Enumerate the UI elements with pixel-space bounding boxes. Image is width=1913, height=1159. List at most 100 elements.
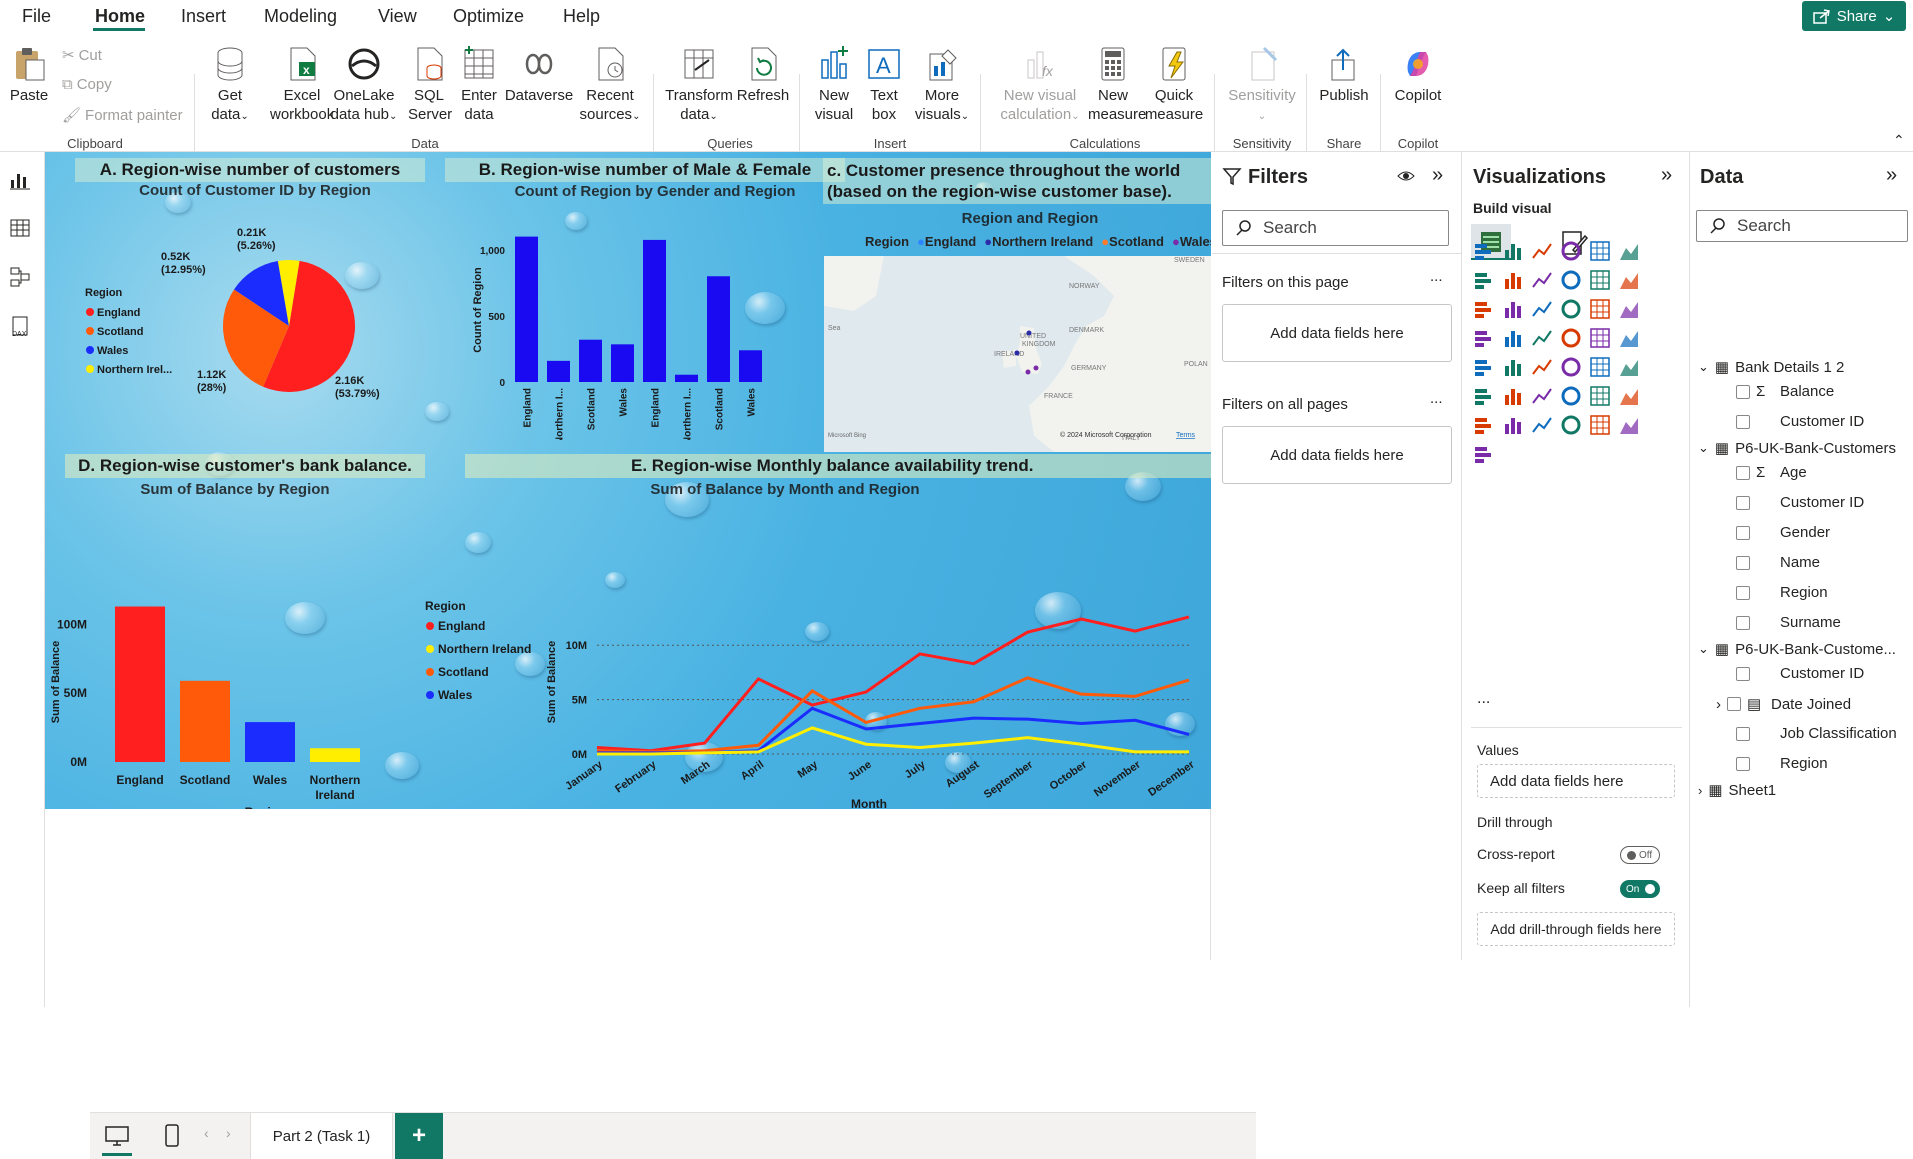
table-view-icon[interactable]	[8, 216, 32, 240]
visual-type-icon-3[interactable]	[1560, 240, 1582, 262]
next-page-icon[interactable]: ›	[226, 1125, 231, 1141]
map-bubble-1[interactable]	[1014, 350, 1020, 356]
format-painter-button[interactable]: 🖌 Format painter	[62, 106, 183, 125]
pie-legend-item[interactable]: Scotland	[97, 326, 143, 338]
bar-legend-item[interactable]: Wales	[438, 688, 473, 702]
map-terms-link[interactable]: Terms	[1176, 432, 1196, 439]
visual-type-icon-28[interactable]	[1589, 356, 1611, 378]
visual-type-icon-26[interactable]	[1531, 356, 1553, 378]
visual-type-icon-37[interactable]	[1502, 414, 1524, 436]
data-table-2[interactable]: ⌄ ▦ P6-UK-Bank-Custome...	[1698, 640, 1896, 659]
filters-search-input[interactable]: Search	[1222, 210, 1449, 246]
chevron-right-icon[interactable]: ›	[1716, 696, 1721, 713]
data-field[interactable]: Region	[1736, 584, 1828, 601]
menu-file[interactable]: File	[22, 6, 51, 27]
bar-scotland[interactable]	[180, 680, 230, 762]
pie-legend-item[interactable]: England	[97, 307, 140, 319]
visual-type-icon-23[interactable]	[1618, 327, 1640, 349]
visual-type-icon-24[interactable]	[1473, 356, 1495, 378]
visual-type-icon-25[interactable]	[1502, 356, 1524, 378]
collapse-visualizations-icon[interactable]: »	[1661, 164, 1672, 187]
bar-legend-item[interactable]: England	[438, 619, 485, 633]
data-field[interactable]: Customer ID	[1736, 413, 1864, 430]
visual-type-icon-31[interactable]	[1502, 385, 1524, 407]
bar-legend-item[interactable]: Northern Ireland	[438, 642, 531, 656]
new-visual-button[interactable]: New visual	[810, 46, 858, 124]
menu-optimize[interactable]: Optimize	[453, 6, 524, 27]
copilot-button[interactable]: Copilot	[1390, 46, 1446, 105]
visual-type-icon-12[interactable]	[1473, 298, 1495, 320]
monthly-balance-line-chart[interactable]: 0M 5M 10M Sum of Balance January February Marc…	[525, 496, 1211, 809]
field-checkbox[interactable]	[1736, 666, 1750, 681]
refresh-button[interactable]: Refresh	[736, 46, 790, 105]
pie-legend-item[interactable]: Northern Irel...	[97, 364, 172, 376]
bar-male-6[interactable]	[707, 276, 730, 382]
more-visuals-button[interactable]: More visuals⌄	[914, 46, 970, 126]
visual-type-icon-17[interactable]	[1618, 298, 1640, 320]
paste-button[interactable]: Paste	[8, 46, 50, 105]
visual-type-icon-16[interactable]	[1589, 298, 1611, 320]
map-legend-item[interactable]: ●Wales	[1172, 234, 1211, 249]
field-checkbox[interactable]	[1736, 726, 1750, 741]
data-field[interactable]: Surname	[1736, 614, 1841, 631]
chevron-down-icon[interactable]: ⌄	[1698, 641, 1709, 657]
report-view-icon[interactable]	[8, 166, 32, 190]
share-button[interactable]: Share ⌄	[1802, 1, 1906, 31]
visual-type-icon-35[interactable]	[1618, 385, 1640, 407]
previous-page-icon[interactable]: ‹	[204, 1125, 209, 1141]
visual-type-icon-11[interactable]	[1618, 269, 1640, 291]
pie-chart[interactable]: 2.16K(53.79%) 1.12K(28%) 0.52K(12.95%) 0.21…	[45, 198, 455, 428]
visual-type-icon-20[interactable]	[1531, 327, 1553, 349]
map-visual[interactable]: SWEDEN NORWAY DENMARK UNITEDKINGDOM IRELAND G…	[824, 256, 1211, 452]
data-search-input[interactable]: Search	[1696, 210, 1908, 242]
copy-button[interactable]: ⧉ Copy	[62, 76, 112, 93]
map-bubble-3[interactable]	[1033, 365, 1039, 371]
publish-button[interactable]: Publish	[1316, 46, 1372, 105]
collapse-ribbon-icon[interactable]: ⌃	[1893, 132, 1905, 149]
new-visual-calculation-button[interactable]: fx New visual calculation⌄	[992, 46, 1088, 126]
more-visuals-icon[interactable]: ...	[1477, 690, 1490, 708]
transform-data-button[interactable]: Transform data⌄	[664, 46, 734, 126]
visual-type-icon-33[interactable]	[1560, 385, 1582, 407]
data-field[interactable]: Customer ID	[1736, 665, 1864, 682]
data-field[interactable]: Σ Age	[1736, 464, 1807, 481]
menu-view[interactable]: View	[378, 6, 417, 27]
data-field[interactable]: Customer ID	[1736, 494, 1864, 511]
chevron-down-icon[interactable]: ⌄	[1698, 359, 1709, 375]
field-checkbox[interactable]	[1736, 414, 1750, 429]
data-table-3[interactable]: › ▦ Sheet1	[1698, 781, 1776, 800]
visual-type-icon-15[interactable]	[1560, 298, 1582, 320]
field-checkbox[interactable]	[1727, 697, 1741, 711]
balance-bar-chart[interactable]: 0M 50M 100M Sum of Balance England Scotland Wa…	[45, 496, 605, 809]
menu-home[interactable]: Home	[95, 6, 145, 27]
visual-type-icon-4[interactable]	[1589, 240, 1611, 262]
enter-data-button[interactable]: Enter data	[457, 46, 501, 124]
line-series-scotland[interactable]	[596, 676, 1190, 754]
visual-type-icon-34[interactable]	[1589, 385, 1611, 407]
visual-type-icon-2[interactable]	[1531, 240, 1553, 262]
sql-server-button[interactable]: SQL Server	[408, 46, 452, 124]
map-legend-item[interactable]: ●England	[917, 234, 976, 249]
chevron-down-icon[interactable]: ⌄	[1698, 440, 1709, 456]
visual-type-icon-10[interactable]	[1589, 269, 1611, 291]
visual-type-icon-6[interactable]	[1473, 269, 1495, 291]
cut-button[interactable]: ✂ Cut	[62, 46, 102, 65]
dax-query-view-icon[interactable]: DAX	[8, 314, 32, 338]
field-checkbox[interactable]	[1736, 585, 1750, 600]
all-pages-filter-dropzone[interactable]: Add data fields here	[1222, 426, 1452, 484]
bar-england[interactable]	[115, 606, 165, 762]
bar-female-1[interactable]	[547, 360, 570, 382]
values-dropzone[interactable]: Add data fields here	[1477, 764, 1675, 798]
visual-type-icon-0[interactable]	[1473, 240, 1495, 262]
more-options-icon[interactable]: ...	[1430, 390, 1443, 407]
visual-type-icon-9[interactable]	[1560, 269, 1582, 291]
field-checkbox[interactable]	[1736, 615, 1750, 630]
pie-legend-item[interactable]: Wales	[97, 345, 128, 357]
visual-type-icon-18[interactable]	[1473, 327, 1495, 349]
bar-male-5[interactable]	[675, 374, 698, 382]
bar-male-7[interactable]	[739, 350, 762, 382]
map-bubble-2[interactable]	[1025, 369, 1031, 375]
bar-female-0[interactable]	[515, 236, 538, 382]
field-checkbox[interactable]	[1736, 525, 1750, 540]
data-field[interactable]: Region	[1736, 755, 1828, 772]
